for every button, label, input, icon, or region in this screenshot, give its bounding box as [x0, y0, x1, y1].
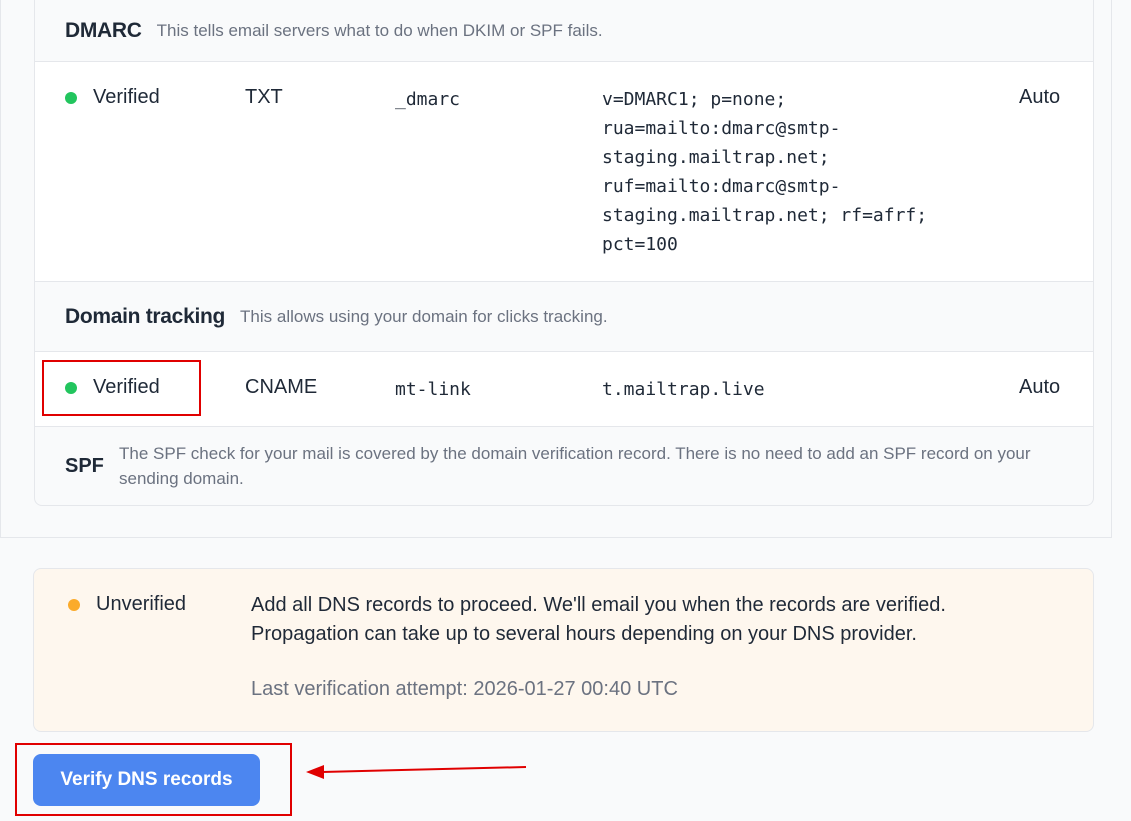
verified-status-dot-icon: [65, 91, 77, 104]
tracking-header: Domain tracking This allows using your d…: [35, 282, 1093, 351]
tracking-status: Verified: [65, 376, 160, 399]
dmarc-header: DMARC This tells email servers what to d…: [35, 1, 1093, 61]
dmarc-status-label: Verified: [93, 86, 160, 108]
tracking-record-row: Verified CNAME mt-link t.mailtrap.live A…: [35, 351, 1093, 427]
dmarc-record-value[interactable]: v=DMARC1; p=none; rua=mailto:dmarc@smtp-…: [602, 85, 962, 259]
dmarc-record-row: Verified TXT _dmarc v=DMARC1; p=none; ru…: [35, 61, 1093, 282]
verification-message-line2: Propagation can take up to several hours…: [251, 623, 917, 645]
tracking-record-value[interactable]: t.mailtrap.live: [602, 375, 765, 404]
spf-description: The SPF check for your mail is covered b…: [119, 444, 1031, 488]
verification-status-label: Unverified: [96, 593, 187, 615]
dmarc-record-ttl: Auto: [1019, 86, 1061, 108]
tracking-description: This allows using your domain for clicks…: [240, 306, 608, 326]
tracking-record-type: CNAME: [245, 376, 318, 398]
unverified-status-dot-icon: [68, 598, 80, 611]
verification-status: Unverified: [68, 593, 186, 616]
dns-records-panel: DMARC This tells email servers what to d…: [0, 0, 1112, 538]
last-verification-attempt: Last verification attempt: 2026-01-27 00…: [251, 678, 678, 700]
verification-status-box: Unverified Add all DNS records to procee…: [33, 568, 1094, 732]
tracking-status-label: Verified: [93, 376, 160, 398]
dmarc-status: Verified: [65, 86, 160, 109]
dns-records-card: DMARC This tells email servers what to d…: [34, 0, 1094, 506]
verification-message-line1: Add all DNS records to proceed. We'll em…: [251, 594, 946, 616]
tracking-title: Domain tracking: [65, 304, 226, 328]
dmarc-record-type: TXT: [245, 86, 283, 108]
verification-message: Add all DNS records to proceed. We'll em…: [251, 591, 1051, 649]
tracking-record-name[interactable]: mt-link: [395, 375, 471, 404]
dmarc-record-name[interactable]: _dmarc: [395, 85, 460, 114]
verified-status-dot-icon: [65, 381, 77, 394]
spf-label: SPF: [65, 455, 104, 477]
dmarc-description: This tells email servers what to do when…: [156, 21, 603, 40]
dmarc-title: DMARC: [65, 19, 142, 42]
tracking-record-ttl: Auto: [1019, 376, 1061, 398]
verify-dns-records-button[interactable]: Verify DNS records: [33, 754, 260, 806]
spf-row: SPF The SPF check for your mail is cover…: [35, 427, 1093, 505]
annotation-arrow-icon: [306, 765, 527, 779]
